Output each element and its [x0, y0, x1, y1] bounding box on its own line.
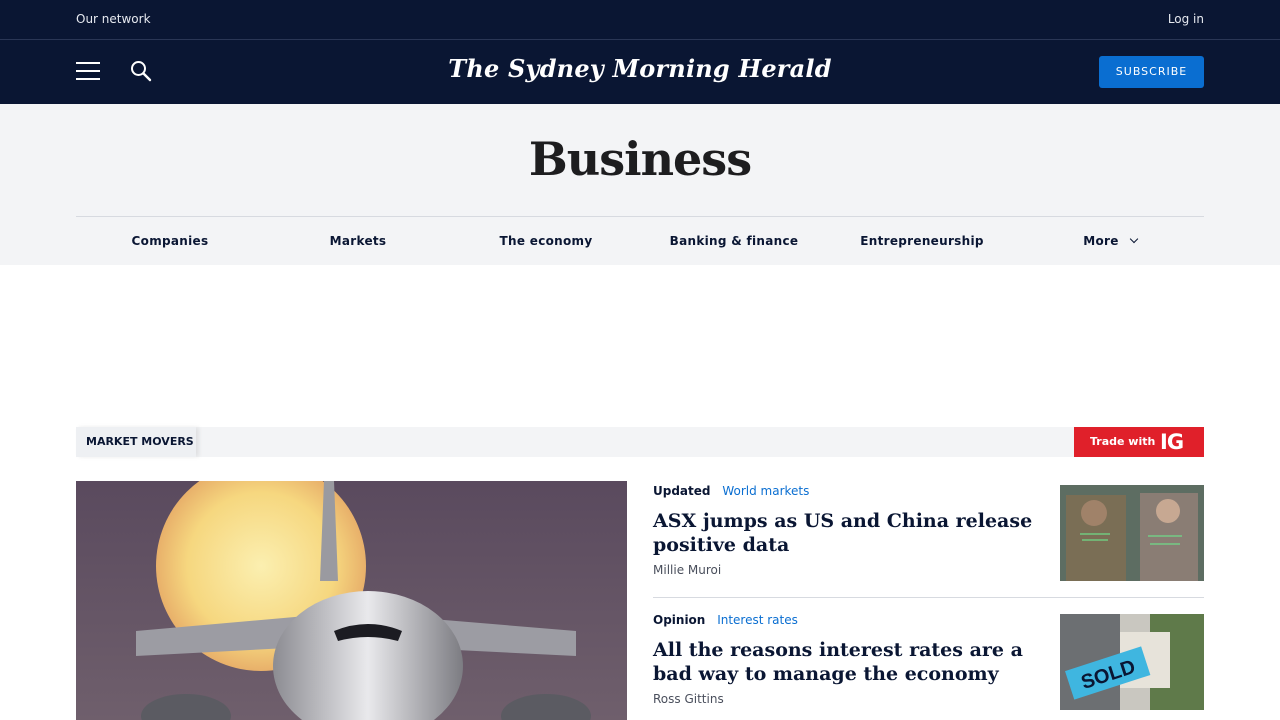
- page-title: Business: [528, 132, 752, 186]
- story-tag-link[interactable]: World markets: [722, 484, 809, 498]
- story-headline[interactable]: ASX jumps as US and China release positi…: [653, 509, 1053, 557]
- ig-sponsor-badge[interactable]: Trade with IG: [1074, 427, 1204, 457]
- trade-with-text: Trade with: [1090, 435, 1156, 448]
- nav-more[interactable]: More: [1016, 217, 1204, 265]
- masthead-logo[interactable]: The Sydney Morning Herald: [440, 54, 840, 83]
- section-nav: Companies Markets The economy Banking & …: [76, 217, 1204, 265]
- nav-companies[interactable]: Companies: [76, 217, 264, 265]
- our-network-link[interactable]: Our network: [76, 12, 151, 26]
- hero-image[interactable]: [76, 481, 627, 720]
- story-thumbnail[interactable]: SOLD: [1060, 614, 1204, 710]
- market-movers-label: MARKET MOVERS: [76, 427, 196, 457]
- story-thumbnail[interactable]: [1060, 485, 1204, 581]
- nav-more-label: More: [1083, 234, 1119, 248]
- nav-the-economy[interactable]: The economy: [452, 217, 640, 265]
- story-byline[interactable]: Millie Muroi: [653, 563, 721, 577]
- top-bar: Our network Log in: [0, 0, 1280, 40]
- story-tag-link[interactable]: Interest rates: [717, 613, 798, 627]
- story-kicker: Updated: [653, 484, 711, 498]
- airplane-sunset-image: [76, 481, 627, 720]
- login-link[interactable]: Log in: [1168, 12, 1204, 26]
- chevron-down-icon: [1129, 234, 1138, 244]
- search-icon[interactable]: [129, 59, 153, 83]
- hamburger-menu-icon[interactable]: [76, 62, 100, 80]
- section-header: Business Companies Markets The economy B…: [0, 104, 1280, 265]
- story-kicker: Opinion: [653, 613, 706, 627]
- story-headline[interactable]: All the reasons interest rates are a bad…: [653, 638, 1053, 686]
- subscribe-button[interactable]: SUBSCRIBE: [1099, 56, 1204, 88]
- ig-logo: IG: [1160, 430, 1184, 454]
- site-header: The Sydney Morning Herald SUBSCRIBE: [0, 40, 1280, 104]
- nav-entrepreneurship[interactable]: Entrepreneurship: [828, 217, 1016, 265]
- nav-markets[interactable]: Markets: [264, 217, 452, 265]
- story-card[interactable]: Opinion Interest rates All the reasons i…: [653, 610, 1204, 710]
- nav-banking-finance[interactable]: Banking & finance: [640, 217, 828, 265]
- story-divider: [653, 597, 1204, 598]
- market-movers-bar: MARKET MOVERS Trade with IG: [76, 427, 1204, 457]
- story-card[interactable]: Updated World markets ASX jumps as US an…: [653, 481, 1204, 581]
- market-screens-image: [1060, 485, 1204, 581]
- story-byline[interactable]: Ross Gittins: [653, 692, 724, 706]
